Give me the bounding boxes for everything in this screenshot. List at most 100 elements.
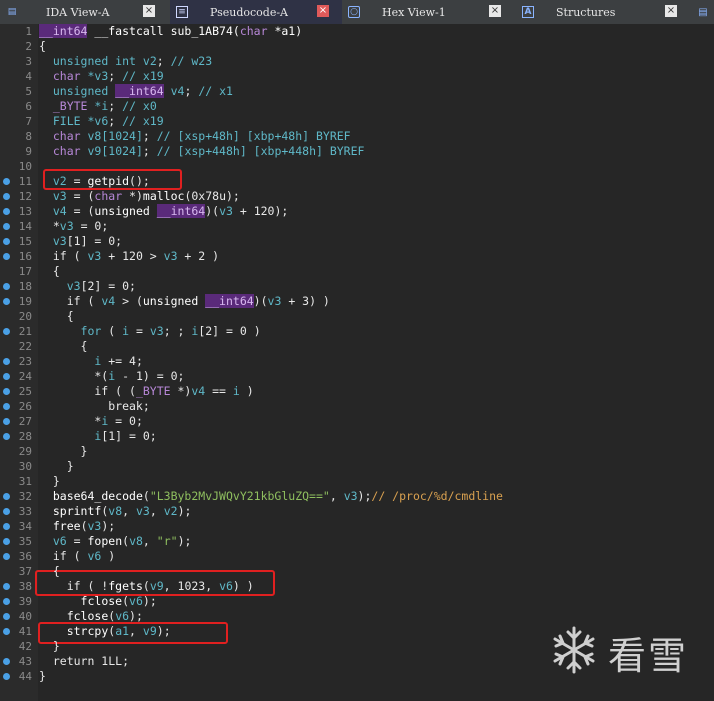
structures-icon: A <box>522 6 534 18</box>
tab-bar: ▤ IDA View-A × ≡ Pseudocode-A × ○ Hex Vi… <box>0 0 714 25</box>
breakpoint-dot-icon[interactable] <box>3 613 10 620</box>
breakpoint-dot-icon[interactable] <box>3 178 10 185</box>
line-number: 7 <box>25 115 32 128</box>
line-number: 1 <box>25 25 32 38</box>
line-number: 3 <box>25 55 32 68</box>
breakpoint-dot-icon[interactable] <box>3 538 10 545</box>
breakpoint-dot-icon[interactable] <box>3 433 10 440</box>
breakpoint-dot-icon[interactable] <box>3 388 10 395</box>
line-number: 13 <box>18 205 32 218</box>
breakpoint-dot-icon[interactable] <box>3 628 10 635</box>
overflow-icon[interactable]: ▤ <box>692 0 714 24</box>
tab-label: IDA View-A <box>46 5 110 19</box>
code-text: if ( (_BYTE *)v4 == i ) <box>39 384 254 398</box>
breakpoint-dot-icon[interactable] <box>3 328 10 335</box>
code-text: __int64 __fastcall sub_1AB74(char *a1) <box>39 24 303 38</box>
code-text: } <box>39 444 88 458</box>
line-number: 12 <box>18 190 32 203</box>
watermark: 看雪 <box>548 624 688 680</box>
line-number: 6 <box>25 100 32 113</box>
line-number: 27 <box>18 415 32 428</box>
code-text: if ( v4 > (unsigned __int64)(v3 + 3) ) <box>39 294 330 308</box>
code-text: if ( v3 + 120 > v3 + 2 ) <box>39 249 220 263</box>
breakpoint-dot-icon[interactable] <box>3 283 10 290</box>
code-text: v4 = (unsigned __int64)(v3 + 120); <box>52 204 289 218</box>
breakpoint-dot-icon[interactable] <box>3 298 10 305</box>
line-number: 28 <box>18 430 32 443</box>
breakpoint-dot-icon[interactable] <box>3 373 10 380</box>
breakpoint-dot-icon[interactable] <box>3 508 10 515</box>
line-number: 40 <box>18 610 32 623</box>
code-text: { <box>39 339 88 353</box>
line-number: 16 <box>18 250 32 263</box>
code-text: char v9[1024]; // [xsp+448h] [xbp+448h] … <box>52 144 365 158</box>
breakpoint-dot-icon[interactable] <box>3 208 10 215</box>
line-number: 11 <box>18 175 32 188</box>
ida-view-icon: ▤ <box>7 7 17 17</box>
line-number: 2 <box>25 40 32 53</box>
breakpoint-dot-icon[interactable] <box>3 238 10 245</box>
close-icon[interactable]: × <box>143 5 155 17</box>
code-text: free(v3); <box>52 519 116 533</box>
code-text: } <box>39 669 46 683</box>
breakpoint-dot-icon[interactable] <box>3 523 10 530</box>
line-number: 29 <box>18 445 32 458</box>
breakpoint-dot-icon[interactable] <box>3 673 10 680</box>
breakpoint-dot-icon[interactable] <box>3 358 10 365</box>
code-text: base64_decode("L3Byb2MvJWQvY21kbGluZQ=="… <box>52 489 503 503</box>
code-text: v6 = fopen(v8, "r"); <box>52 534 192 548</box>
tab-label: Structures <box>556 5 616 19</box>
tab-structures[interactable]: A Structures × <box>516 0 692 24</box>
line-number: 35 <box>18 535 32 548</box>
code-text: fclose(v6); <box>80 594 157 608</box>
line-number: 20 <box>18 310 32 323</box>
code-text: char v8[1024]; // [xsp+48h] [xbp+48h] BY… <box>52 129 351 143</box>
line-number: 23 <box>18 355 32 368</box>
line-number: 21 <box>18 325 32 338</box>
line-number: 30 <box>18 460 32 473</box>
line-number: 4 <box>25 70 32 83</box>
breakpoint-dot-icon[interactable] <box>3 193 10 200</box>
breakpoint-dot-icon[interactable] <box>3 553 10 560</box>
close-icon[interactable]: × <box>317 5 329 17</box>
breakpoint-dot-icon[interactable] <box>3 253 10 260</box>
code-text: FILE *v6; // x19 <box>52 114 164 128</box>
line-number: 14 <box>18 220 32 233</box>
close-icon[interactable]: × <box>489 5 501 17</box>
code-text: unsigned int v2; // w23 <box>52 54 213 68</box>
breakpoint-dot-icon[interactable] <box>3 598 10 605</box>
code-text: { <box>39 39 46 53</box>
line-number: 10 <box>18 160 32 173</box>
code-text: { <box>39 264 60 278</box>
code-text: if ( v6 ) <box>39 549 116 563</box>
line-number: 39 <box>18 595 32 608</box>
line-number: 36 <box>18 550 32 563</box>
tab-pseudocode-a[interactable]: ≡ Pseudocode-A × <box>170 0 342 24</box>
breakpoint-dot-icon[interactable] <box>3 583 10 590</box>
line-number: 19 <box>18 295 32 308</box>
breakpoint-dot-icon[interactable] <box>3 223 10 230</box>
tab-hex-view-1[interactable]: ○ Hex View-1 × <box>342 0 516 24</box>
code-text: } <box>39 639 60 653</box>
line-number: 42 <box>18 640 32 653</box>
close-icon[interactable]: × <box>665 5 677 17</box>
code-text: fclose(v6); <box>66 609 143 623</box>
breakpoint-dot-icon[interactable] <box>3 658 10 665</box>
breakpoint-dot-icon[interactable] <box>3 403 10 410</box>
pseudocode-view[interactable]: 1 __int64 __fastcall sub_1AB74(char *a1) … <box>0 24 714 701</box>
line-number: 32 <box>18 490 32 503</box>
code-text: char *v3; // x19 <box>52 69 164 83</box>
code-text: { <box>39 309 74 323</box>
tab-label: Pseudocode-A <box>210 5 289 19</box>
code-text: { <box>39 564 60 578</box>
code-text: sprintf(v8, v3, v2); <box>52 504 192 518</box>
line-number: 26 <box>18 400 32 413</box>
code-text: for ( i = v3; ; i[2] = 0 ) <box>80 324 261 338</box>
line-number: 31 <box>18 475 32 488</box>
line-number: 5 <box>25 85 32 98</box>
tab-label: Hex View-1 <box>382 5 446 19</box>
hex-view-icon: ○ <box>348 6 360 18</box>
tab-ida-view-a[interactable]: ▤ IDA View-A × <box>0 0 170 24</box>
breakpoint-dot-icon[interactable] <box>3 493 10 500</box>
breakpoint-dot-icon[interactable] <box>3 418 10 425</box>
